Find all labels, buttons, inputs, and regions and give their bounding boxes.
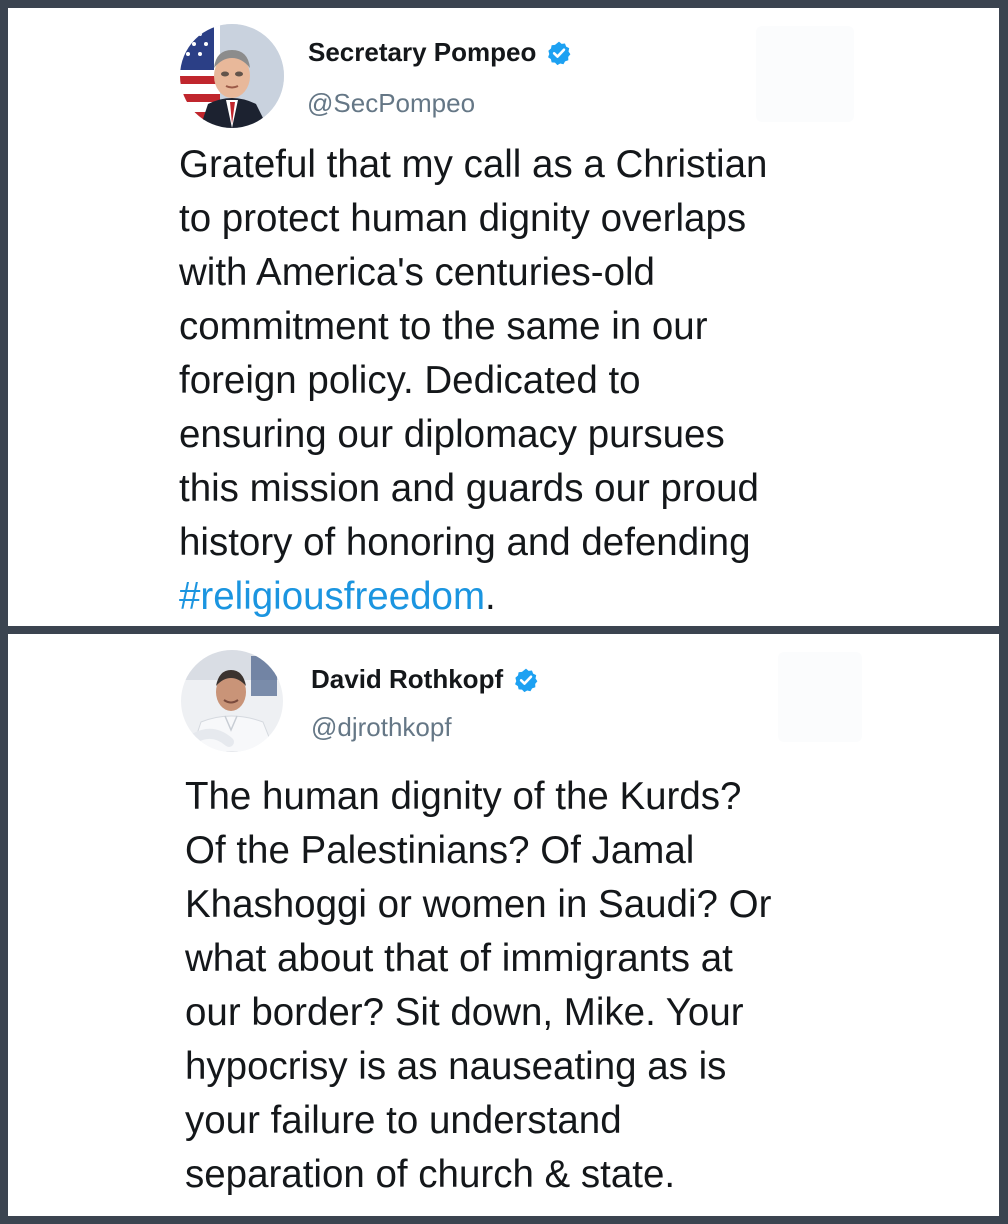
tweet-text-line: Grateful that my call as a Christian xyxy=(179,143,768,186)
avatar[interactable] xyxy=(181,650,283,752)
verified-badge-icon xyxy=(513,667,539,693)
tweet-card-pompeo: Secretary Pompeo @SecPompeo Grateful tha… xyxy=(8,8,999,626)
display-name-text: David Rothkopf xyxy=(311,664,504,694)
tweet-text-line: ensuring our diplomacy pursues xyxy=(179,413,725,456)
tweet-text-line: your failure to understand xyxy=(185,1099,622,1142)
tweet-text-line: to protect human dignity overlaps xyxy=(179,197,747,240)
tweet-text-line: what about that of immigrants at xyxy=(185,937,733,980)
tweet-text: The human dignity of the Kurds? Of the P… xyxy=(185,770,905,1202)
tweet-text-line: commitment to the same in our xyxy=(179,305,708,348)
overlay-artifact xyxy=(756,26,854,122)
tweet-text-line: with America's centuries-old xyxy=(179,251,655,294)
author-display-name[interactable]: David Rothkopf xyxy=(311,664,539,695)
tweet-text-line-last: #religiousfreedom. xyxy=(179,570,879,624)
display-name-text: Secretary Pompeo xyxy=(308,37,537,67)
tweet-text-line: hypocrisy is as nauseating as is xyxy=(185,1045,727,1088)
tweet-text-line: history of honoring and defending xyxy=(179,521,751,564)
avatar[interactable] xyxy=(180,24,284,128)
tweet-text-line: separation of church & state. xyxy=(185,1153,676,1196)
profile-photo-icon xyxy=(180,24,284,128)
profile-photo-icon xyxy=(181,650,283,752)
author-handle[interactable]: @djrothkopf xyxy=(311,712,452,743)
tweet-text-line: The human dignity of the Kurds? xyxy=(185,775,742,818)
tweet-text-line: Of the Palestinians? Of Jamal xyxy=(185,829,695,872)
hashtag-suffix: . xyxy=(485,575,496,618)
tweet-text-line: our border? Sit down, Mike. Your xyxy=(185,991,744,1034)
tweet-text-line: this mission and guards our proud xyxy=(179,467,759,510)
tweet-text: Grateful that my call as a Christian to … xyxy=(179,138,879,624)
tweet-text-line: Khashoggi or women in Saudi? Or xyxy=(185,883,772,926)
tweet-card-rothkopf: David Rothkopf @djrothkopf The human dig… xyxy=(8,634,999,1216)
tweet-text-line: foreign policy. Dedicated to xyxy=(179,359,641,402)
author-handle[interactable]: @SecPompeo xyxy=(307,88,475,119)
verified-badge-icon xyxy=(546,40,572,66)
hashtag-link[interactable]: #religiousfreedom xyxy=(179,575,485,618)
overlay-artifact xyxy=(778,652,862,742)
author-display-name[interactable]: Secretary Pompeo xyxy=(308,37,572,68)
